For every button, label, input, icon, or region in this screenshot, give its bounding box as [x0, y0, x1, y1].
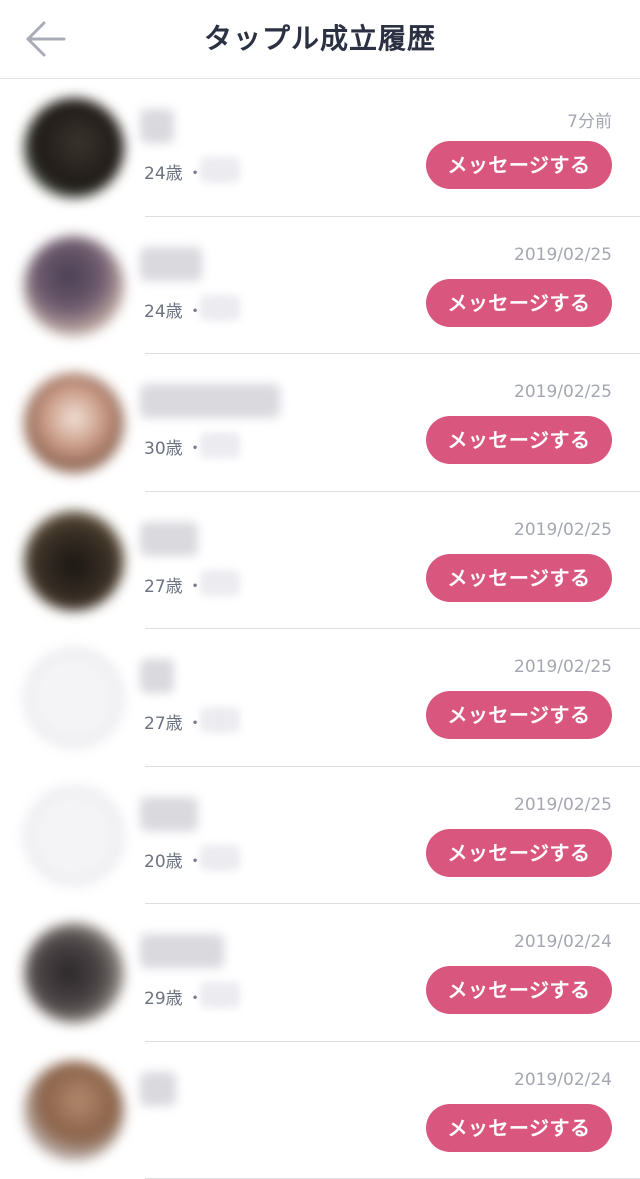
- match-history-list: 24歳・ 7分前 メッセージする 24歳・ 2019/02/25 メッセージする…: [0, 79, 640, 1179]
- location-blurred: [200, 157, 240, 183]
- list-item[interactable]: 29歳・ 2019/02/24 メッセージする: [0, 904, 640, 1042]
- name-blurred: [140, 659, 174, 693]
- age-text: 27歳・: [144, 572, 204, 597]
- name-blurred: [140, 522, 198, 556]
- message-button[interactable]: メッセージする: [426, 691, 612, 739]
- avatar[interactable]: [24, 373, 124, 473]
- avatar[interactable]: [24, 236, 124, 336]
- location-blurred: [200, 707, 240, 733]
- location-blurred: [200, 982, 240, 1008]
- avatar-placeholder[interactable]: [24, 786, 124, 886]
- list-item[interactable]: 27歳・ 2019/02/25 メッセージする: [0, 492, 640, 630]
- match-date: 7分前: [567, 107, 612, 132]
- match-date: 2019/02/24: [514, 1070, 612, 1090]
- avatar[interactable]: [24, 1061, 124, 1161]
- match-date: 2019/02/25: [514, 382, 612, 402]
- avatar[interactable]: [24, 98, 124, 198]
- match-date: 2019/02/25: [514, 520, 612, 540]
- list-item[interactable]: 20歳・ 2019/02/25 メッセージする: [0, 767, 640, 905]
- location-blurred: [200, 295, 240, 321]
- list-item[interactable]: 2019/02/24 メッセージする: [0, 1042, 640, 1179]
- age-text: 30歳・: [144, 434, 204, 459]
- name-blurred: [140, 934, 224, 968]
- age-text: 27歳・: [144, 709, 204, 734]
- avatar-placeholder[interactable]: [24, 648, 124, 748]
- location-blurred: [200, 432, 240, 458]
- location-blurred: [200, 845, 240, 871]
- message-button[interactable]: メッセージする: [426, 416, 612, 464]
- age-text: 20歳・: [144, 847, 204, 872]
- message-button[interactable]: メッセージする: [426, 829, 612, 877]
- age-text: 24歳・: [144, 159, 204, 184]
- list-item[interactable]: 30歳・ 2019/02/25 メッセージする: [0, 354, 640, 492]
- message-button[interactable]: メッセージする: [426, 554, 612, 602]
- message-button[interactable]: メッセージする: [426, 1104, 612, 1152]
- age-text: 24歳・: [144, 297, 204, 322]
- message-button[interactable]: メッセージする: [426, 966, 612, 1014]
- page-title: タップル成立履歴: [0, 0, 640, 78]
- age-text: 29歳・: [144, 984, 204, 1009]
- list-item[interactable]: 24歳・ 7分前 メッセージする: [0, 79, 640, 217]
- name-blurred: [140, 797, 198, 831]
- avatar[interactable]: [24, 511, 124, 611]
- message-button[interactable]: メッセージする: [426, 141, 612, 189]
- match-date: 2019/02/25: [514, 795, 612, 815]
- match-date: 2019/02/24: [514, 932, 612, 952]
- name-blurred: [140, 109, 174, 143]
- list-item[interactable]: 24歳・ 2019/02/25 メッセージする: [0, 217, 640, 355]
- name-blurred: [140, 384, 280, 418]
- header-bar: タップル成立履歴: [0, 0, 640, 79]
- avatar[interactable]: [24, 923, 124, 1023]
- match-date: 2019/02/25: [514, 657, 612, 677]
- list-item[interactable]: 27歳・ 2019/02/25 メッセージする: [0, 629, 640, 767]
- name-blurred: [140, 1072, 176, 1106]
- match-date: 2019/02/25: [514, 245, 612, 265]
- name-blurred: [140, 247, 202, 281]
- message-button[interactable]: メッセージする: [426, 279, 612, 327]
- location-blurred: [200, 570, 240, 596]
